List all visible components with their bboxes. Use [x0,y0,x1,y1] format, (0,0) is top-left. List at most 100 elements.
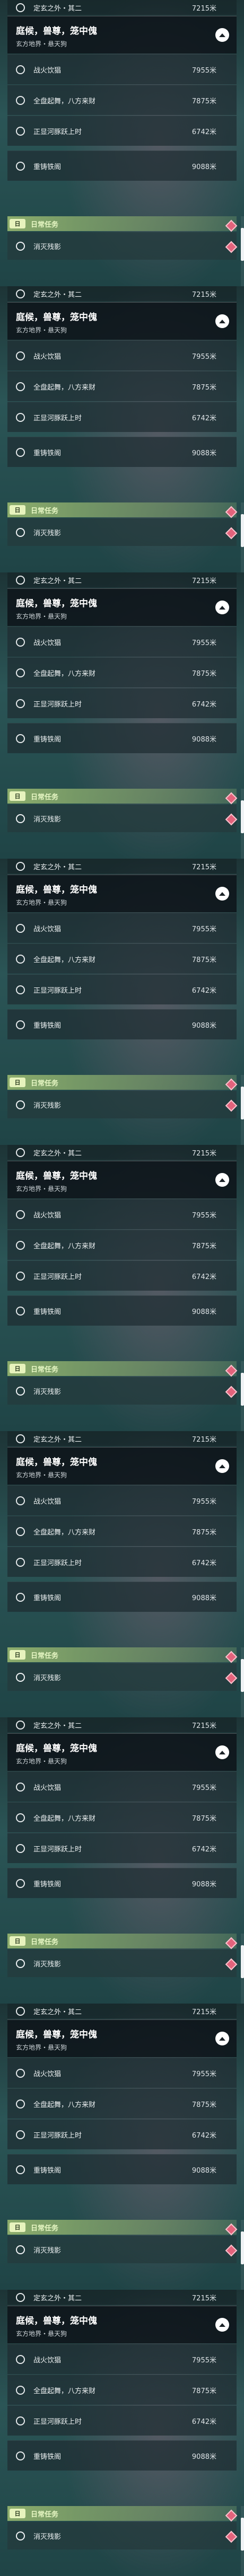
quest-header[interactable]: 庭候，兽尊，笼中傀 玄方地界・悬天狗 [7,16,237,54]
scrollbar-thumb[interactable] [241,1087,244,1119]
prev-objective-row[interactable]: 定玄之外・其二 7215米 [7,286,237,301]
collapse-chevron-icon[interactable] [215,28,229,42]
scrollbar-track[interactable] [241,1361,244,1431]
objective-row[interactable]: 正显河豚跃上时 6742米 [7,1547,237,1577]
objective-row[interactable]: 重铸铁阁 9088米 [7,1295,237,1326]
scrollbar-track[interactable] [241,1647,244,1717]
daily-task-title: 日常任务 [31,1938,59,1946]
daily-task-row[interactable]: 消灭残影 [7,1091,237,1118]
scrollbar-thumb[interactable] [241,1945,244,1978]
daily-task-row[interactable]: 消灭残影 [7,2236,237,2263]
scrollbar-thumb[interactable] [241,800,244,833]
scrollbar-thumb[interactable] [241,1373,244,1406]
objective-row[interactable]: 全盘起舞，八方来财 7875米 [7,2088,237,2119]
objective-row[interactable]: 重铸铁阁 9088米 [7,1582,237,1612]
scrollbar-thumb[interactable] [241,514,244,547]
collapse-chevron-icon[interactable] [215,1745,229,1759]
scrollbar-thumb[interactable] [241,2518,244,2551]
objective-row[interactable]: 全盘起舞，八方来财 7875米 [7,1802,237,1832]
prev-objective-row[interactable]: 定玄之外・其二 7215米 [7,1717,237,1732]
objective-row[interactable]: 正显河豚跃上时 6742米 [7,2119,237,2149]
scrollbar-track[interactable] [241,1075,244,1145]
objective-row[interactable]: 重铸铁阁 9088米 [7,1009,237,1039]
objective-row[interactable]: 全盘起舞，八方来财 7875米 [7,85,237,115]
daily-task-header[interactable]: 日 日常任务 [7,1934,237,1948]
prev-objective-row[interactable]: 定玄之外・其二 7215米 [7,2004,237,2018]
collapse-chevron-icon[interactable] [215,601,229,614]
daily-task-row[interactable]: 消灭残影 [7,1663,237,1691]
objective-row[interactable]: 重铸铁阁 9088米 [7,1868,237,1898]
objective-row[interactable]: 战火饮猖 7955米 [7,2058,237,2088]
quest-header[interactable]: 庭候，兽尊，笼中傀 玄方地界・悬天狗 [7,302,237,340]
scrollbar-track[interactable] [241,789,244,859]
scrollbar-track[interactable] [241,2506,244,2576]
objective-row[interactable]: 全盘起舞，八方来财 7875米 [7,371,237,401]
collapse-chevron-icon[interactable] [215,1173,229,1187]
objective-row[interactable]: 战火饮猖 7955米 [7,1771,237,1802]
objective-row[interactable]: 战火饮猖 7955米 [7,913,237,943]
scrollbar-thumb[interactable] [241,1659,244,1692]
quest-header[interactable]: 庭候，兽尊，笼中傀 玄方地界・悬天狗 [7,1447,237,1485]
daily-task-header[interactable]: 日 日常任务 [7,216,237,231]
collapse-chevron-icon[interactable] [215,2032,229,2045]
prev-objective-row[interactable]: 定玄之外・其二 7215米 [7,0,237,15]
objective-row[interactable]: 正显河豚跃上时 6742米 [7,1260,237,1291]
objective-row[interactable]: 正显河豚跃上时 6742米 [7,402,237,432]
daily-task-header[interactable]: 日 日常任务 [7,1075,237,1090]
objective-row[interactable]: 战火饮猖 7955米 [7,2344,237,2374]
objective-row[interactable]: 重铸铁阁 9088米 [7,2440,237,2471]
objective-row[interactable]: 全盘起舞，八方来财 7875米 [7,943,237,974]
objective-row[interactable]: 全盘起舞，八方来财 7875米 [7,1230,237,1260]
objective-row[interactable]: 战火饮猖 7955米 [7,1485,237,1515]
scrollbar-thumb[interactable] [241,228,244,261]
objective-row[interactable]: 正显河豚跃上时 6742米 [7,974,237,1004]
objective-row[interactable]: 全盘起舞，八方来财 7875米 [7,2375,237,2405]
quest-header[interactable]: 庭候，兽尊，笼中傀 玄方地界・悬天狗 [7,875,237,912]
daily-task-row[interactable]: 消灭残影 [7,805,237,832]
daily-task-header[interactable]: 日 日常任务 [7,1647,237,1662]
scrollbar-track[interactable] [241,502,244,572]
prev-objective-row[interactable]: 定玄之外・其二 7215米 [7,859,237,874]
collapse-chevron-icon[interactable] [215,1459,229,1473]
quest-header[interactable]: 庭候，兽尊，笼中傀 玄方地界・悬天狗 [7,2306,237,2343]
quest-header[interactable]: 庭候，兽尊，笼中傀 玄方地界・悬天狗 [7,588,237,626]
objective-row[interactable]: 正显河豚跃上时 6742米 [7,116,237,146]
daily-task-row[interactable]: 消灭残影 [7,232,237,260]
collapse-chevron-icon[interactable] [215,2318,229,2332]
daily-task-header[interactable]: 日 日常任务 [7,2506,237,2521]
daily-task-row[interactable]: 消灭残影 [7,1377,237,1405]
objective-row[interactable]: 重铸铁阁 9088米 [7,723,237,753]
collapse-chevron-icon[interactable] [215,887,229,901]
scrollbar-track[interactable] [241,2220,244,2290]
prev-objective-row[interactable]: 定玄之外・其二 7215米 [7,2290,237,2305]
daily-task-header[interactable]: 日 日常任务 [7,789,237,804]
collapse-chevron-icon[interactable] [215,314,229,328]
daily-task-row[interactable]: 消灭残影 [7,1949,237,1977]
objective-row[interactable]: 正显河豚跃上时 6742米 [7,1833,237,1863]
daily-task-header[interactable]: 日 日常任务 [7,2220,237,2235]
daily-task-row[interactable]: 消灭残影 [7,518,237,546]
quest-header[interactable]: 庭候，兽尊，笼中傀 玄方地界・悬天狗 [7,1733,237,1771]
scrollbar-track[interactable] [241,1934,244,2004]
daily-task-header[interactable]: 日 日常任务 [7,1361,237,1376]
prev-objective-row[interactable]: 定玄之外・其二 7215米 [7,1145,237,1160]
quest-header[interactable]: 庭候，兽尊，笼中傀 玄方地界・悬天狗 [7,2019,237,2057]
scrollbar-thumb[interactable] [241,2231,244,2264]
daily-task-header[interactable]: 日 日常任务 [7,502,237,517]
scrollbar-track[interactable] [241,216,244,286]
daily-task-row[interactable]: 消灭残影 [7,2522,237,2549]
objective-row[interactable]: 战火饮猖 7955米 [7,54,237,84]
objective-row[interactable]: 战火饮猖 7955米 [7,1199,237,1229]
objective-row[interactable]: 正显河豚跃上时 6742米 [7,2405,237,2436]
objective-row[interactable]: 全盘起舞，八方来财 7875米 [7,1516,237,1546]
objective-row[interactable]: 重铸铁阁 9088米 [7,2154,237,2184]
objective-row[interactable]: 战火饮猖 7955米 [7,627,237,657]
prev-objective-row[interactable]: 定玄之外・其二 7215米 [7,572,237,587]
quest-header[interactable]: 庭候，兽尊，笼中傀 玄方地界・悬天狗 [7,1161,237,1198]
objective-row[interactable]: 战火饮猖 7955米 [7,340,237,370]
objective-row[interactable]: 重铸铁阁 9088米 [7,437,237,467]
objective-row[interactable]: 正显河豚跃上时 6742米 [7,688,237,718]
prev-objective-row[interactable]: 定玄之外・其二 7215米 [7,1431,237,1446]
objective-row[interactable]: 全盘起舞，八方来财 7875米 [7,657,237,687]
objective-row[interactable]: 重铸铁阁 9088米 [7,151,237,181]
